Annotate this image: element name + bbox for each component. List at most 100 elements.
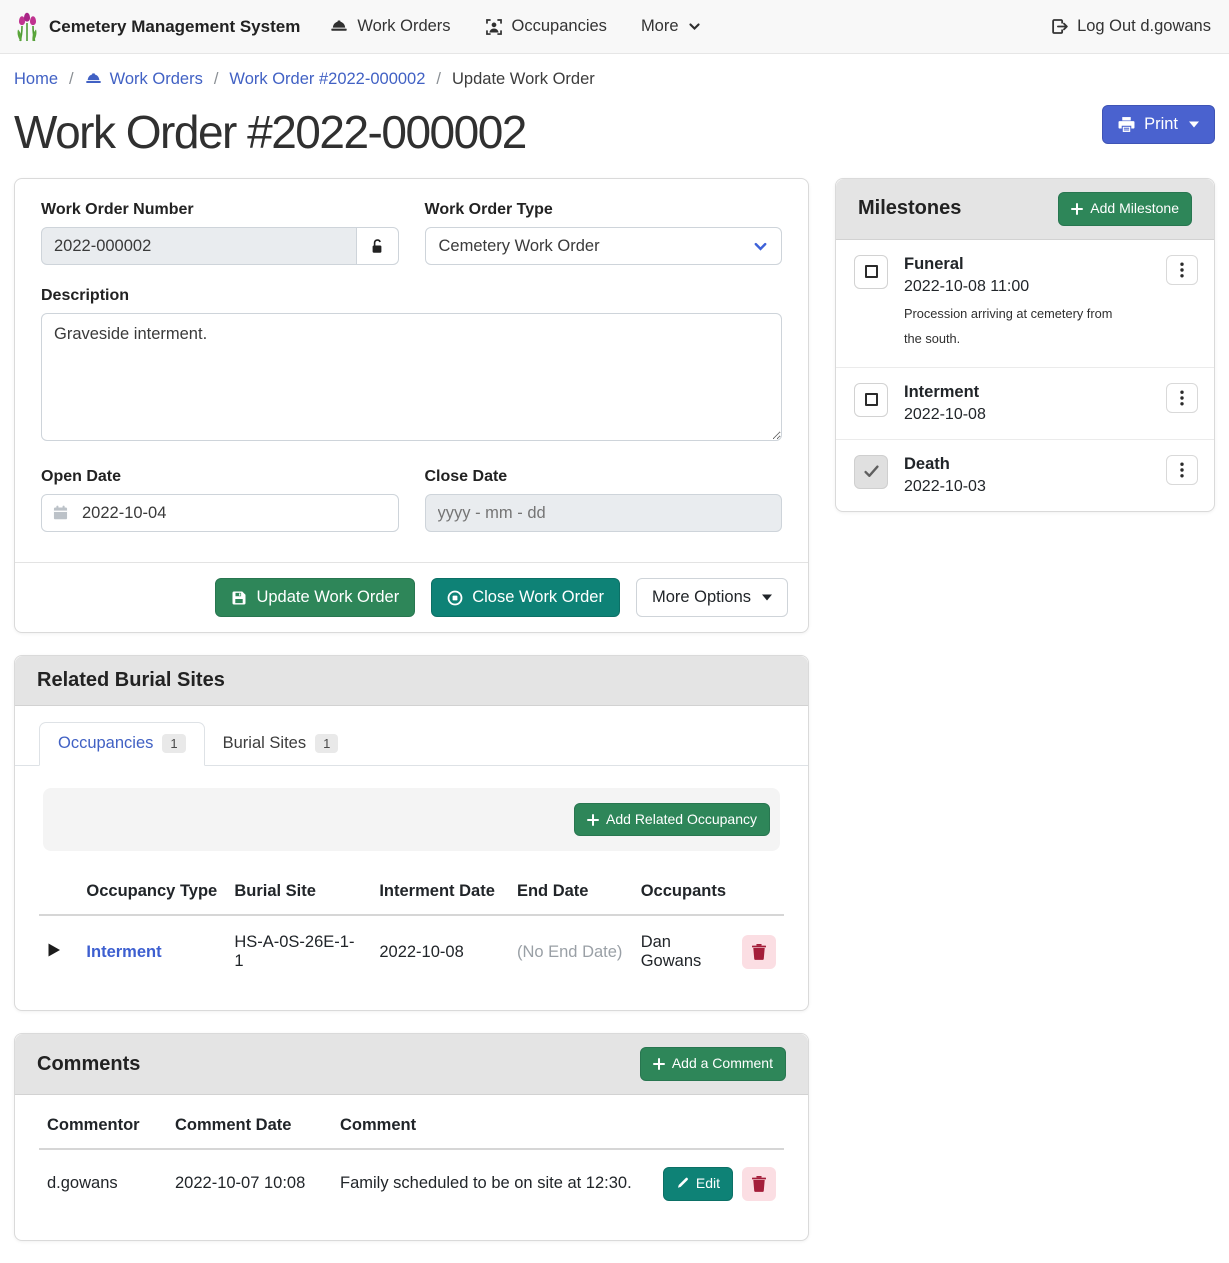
comments-title: Comments (37, 1053, 140, 1076)
add-related-occupancy-label: Add Related Occupancy (606, 811, 757, 829)
checkbox-empty-icon (865, 265, 878, 278)
app-brand[interactable]: Cemetery Management System (14, 12, 300, 42)
open-date-label: Open Date (41, 468, 399, 486)
occupancies-table: Occupancy Type Burial Site Interment Dat… (39, 869, 784, 988)
top-navbar: Cemetery Management System Work Orders (0, 0, 1229, 54)
milestone-menu-button[interactable] (1166, 455, 1198, 485)
end-date-cell: (No End Date) (509, 915, 633, 988)
play-icon (47, 942, 61, 958)
related-burial-sites-title: Related Burial Sites (37, 669, 225, 692)
delete-occupancy-button[interactable] (742, 935, 776, 969)
actions-column-header (650, 1103, 784, 1149)
breadcrumb-current: Update Work Order (452, 70, 595, 89)
nav-item-work-orders[interactable]: Work Orders (330, 17, 450, 36)
edit-comment-button[interactable]: Edit (663, 1167, 733, 1201)
plus-icon (1071, 203, 1083, 215)
related-burial-sites-card: Related Burial Sites Occupancies 1 Buria… (14, 655, 809, 1012)
update-work-order-button[interactable]: Update Work Order (215, 578, 415, 617)
breadcrumb: Home / Work Orders / Work Order #2022-00… (14, 54, 1215, 99)
interment-date-cell: 2022-10-08 (371, 915, 509, 988)
breadcrumb-work-order-number[interactable]: Work Order #2022-000002 (229, 70, 425, 89)
kebab-icon (1180, 262, 1184, 278)
milestone-checkbox[interactable] (854, 455, 888, 489)
plus-icon (653, 1058, 665, 1070)
nav-item-label: Occupancies (512, 17, 607, 36)
select-chevron-icon (753, 239, 768, 254)
actions-column-header (734, 869, 784, 915)
logout-button[interactable]: Log Out d.gowans (1051, 17, 1211, 36)
open-date-input[interactable] (41, 494, 399, 532)
tab-label: Burial Sites (223, 734, 306, 753)
table-row: d.gowans 2022-10-07 10:08 Family schedul… (39, 1149, 784, 1218)
save-icon (231, 590, 247, 606)
close-work-order-button[interactable]: Close Work Order (431, 578, 620, 617)
unlock-button[interactable] (357, 227, 399, 265)
close-date-input[interactable] (425, 494, 783, 532)
occupants-cell: Dan Gowans (633, 915, 734, 988)
occupancies-toolbar: Add Related Occupancy (43, 788, 780, 852)
nav-item-occupancies[interactable]: Occupancies (485, 17, 607, 36)
occupancy-type-link[interactable]: Interment (86, 943, 161, 961)
tab-burial-sites[interactable]: Burial Sites 1 (205, 722, 357, 766)
nav-item-label: Work Orders (357, 17, 450, 36)
close-date-label: Close Date (425, 468, 783, 486)
add-comment-button[interactable]: Add a Comment (640, 1047, 786, 1081)
comment-cell: Family scheduled to be on site at 12:30. (332, 1149, 650, 1218)
hard-hat-icon (330, 18, 348, 36)
expand-column-header (39, 869, 78, 915)
logout-label: Log Out d.gowans (1077, 17, 1211, 36)
work-order-type-value: Cemetery Work Order (439, 237, 600, 256)
delete-comment-button[interactable] (742, 1167, 776, 1201)
milestone-name: Death (904, 455, 986, 474)
calendar-icon (53, 504, 68, 526)
milestone-description: Procession arriving at cemetery from the… (904, 302, 1129, 352)
milestone-item-interment: Interment 2022-10-08 (836, 368, 1214, 440)
more-options-button[interactable]: More Options (636, 578, 788, 617)
expand-row-button[interactable] (47, 942, 61, 958)
comments-table: Commentor Comment Date Comment d.gowans … (39, 1103, 784, 1218)
kebab-icon (1180, 390, 1184, 406)
milestones-card: Milestones Add Milestone Funeral 2022-10… (835, 178, 1215, 511)
column-header: Occupants (633, 869, 734, 915)
add-milestone-label: Add Milestone (1090, 200, 1179, 218)
work-order-type-label: Work Order Type (425, 201, 783, 219)
trash-icon (752, 944, 766, 960)
work-order-number-input (41, 227, 357, 265)
work-order-type-select[interactable]: Cemetery Work Order (425, 227, 783, 265)
tab-count-badge: 1 (315, 734, 338, 753)
milestone-item-death: Death 2022-10-03 (836, 440, 1214, 511)
milestone-name: Funeral (904, 255, 1129, 274)
breadcrumb-work-orders[interactable]: Work Orders (85, 70, 203, 89)
breadcrumb-separator: / (436, 70, 441, 89)
work-order-form-card: Work Order Number (14, 178, 809, 633)
milestone-date: 2022-10-08 (904, 406, 986, 424)
hard-hat-icon (85, 71, 102, 88)
column-header: Burial Site (226, 869, 371, 915)
close-work-order-label: Close Work Order (472, 587, 604, 608)
milestone-date: 2022-10-08 11:00 (904, 278, 1129, 296)
column-header: Comment Date (167, 1103, 332, 1149)
milestone-checkbox[interactable] (854, 255, 888, 289)
unlock-icon (369, 238, 385, 255)
print-label: Print (1144, 114, 1178, 135)
milestone-name: Interment (904, 383, 986, 402)
column-header: Commentor (39, 1103, 167, 1149)
page-title: Work Order #2022-000002 (14, 105, 526, 160)
nav-item-more[interactable]: More (641, 17, 701, 36)
add-related-occupancy-button[interactable]: Add Related Occupancy (574, 803, 770, 837)
print-button[interactable]: Print (1102, 105, 1215, 144)
description-textarea[interactable]: Graveside interment. (41, 313, 782, 441)
tab-occupancies[interactable]: Occupancies 1 (39, 722, 205, 766)
brand-label: Cemetery Management System (49, 17, 300, 37)
breadcrumb-home[interactable]: Home (14, 70, 58, 89)
nav-links: Work Orders Occupancies More (330, 17, 700, 36)
milestones-title: Milestones (858, 197, 961, 220)
commentor-cell: d.gowans (39, 1149, 167, 1218)
milestone-menu-button[interactable] (1166, 383, 1198, 413)
milestone-menu-button[interactable] (1166, 255, 1198, 285)
description-label: Description (41, 287, 782, 305)
edit-comment-label: Edit (696, 1175, 720, 1193)
milestone-checkbox[interactable] (854, 383, 888, 417)
column-header: Comment (332, 1103, 650, 1149)
add-milestone-button[interactable]: Add Milestone (1058, 192, 1192, 226)
